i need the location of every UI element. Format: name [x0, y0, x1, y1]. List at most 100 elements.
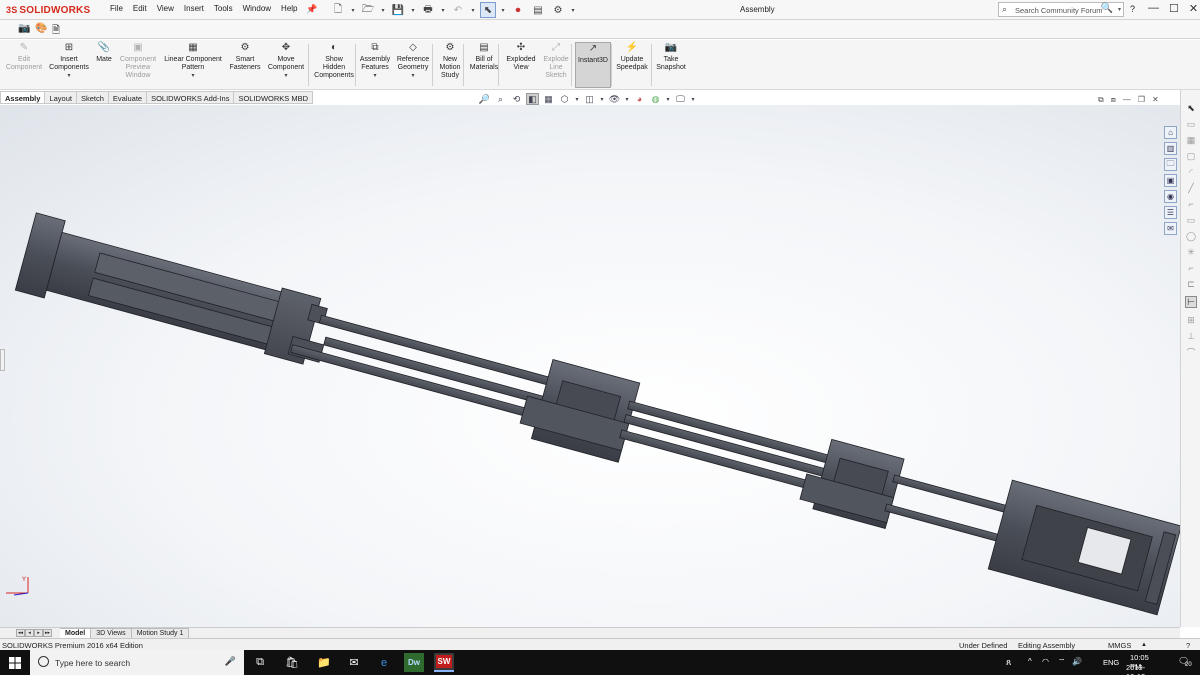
show-hidden-icons-icon[interactable]: ^ [1028, 657, 1032, 666]
chevron-down-icon[interactable]: ▾ [624, 93, 630, 105]
view-settings-icon[interactable]: 🖵 [674, 93, 687, 105]
select-icon[interactable]: ⬉ [1185, 102, 1197, 114]
edge-browser-icon[interactable]: e [374, 653, 394, 672]
linear-pattern-button[interactable]: ▦ Linear Component Pattern ▾ [160, 42, 226, 88]
assembly-model[interactable] [0, 105, 1180, 627]
select-arrow-icon[interactable]: ⬉ [480, 2, 496, 18]
save-icon[interactable]: 💾 [390, 2, 406, 18]
menu-insert[interactable]: Insert [184, 4, 204, 13]
language-indicator[interactable]: ENG [1103, 658, 1119, 667]
solidworks-resources-icon[interactable]: ⌂ [1164, 126, 1177, 139]
chevron-down-icon[interactable]: ▾ [411, 72, 414, 80]
tab-layout[interactable]: Layout [45, 91, 77, 104]
sketch-trim-icon[interactable]: ⌐ [1185, 262, 1197, 274]
tab-addins[interactable]: SOLIDWORKS Add-Ins [147, 91, 235, 104]
chevron-down-icon[interactable]: ▾ [599, 93, 605, 105]
zoom-to-area-icon[interactable]: ⌕ [494, 93, 507, 105]
chevron-down-icon[interactable]: ▾ [440, 2, 446, 18]
first-tab-icon[interactable]: ◂◂ [16, 629, 25, 637]
show-hidden-button[interactable]: ◐ Show Hidden Components [312, 42, 356, 88]
sketch-grid-icon[interactable]: ▦ [1185, 134, 1197, 146]
menu-tools[interactable]: Tools [214, 4, 233, 13]
viewport-expand-icon[interactable]: ⧉ [1098, 95, 1104, 105]
units-dropdown-icon[interactable]: ▲ [1141, 642, 1147, 648]
task-view-icon[interactable]: ⧉ [250, 653, 270, 672]
feature-tree-flyout-handle[interactable] [0, 349, 5, 371]
options-gear-icon[interactable]: ⚙ [550, 2, 566, 18]
microphone-icon[interactable]: 🎤 [225, 656, 236, 667]
reference-geometry-button[interactable]: ◇ Reference Geometry ▾ [394, 42, 432, 88]
store-icon[interactable]: 🛍 [282, 653, 302, 672]
chevron-down-icon[interactable]: ▾ [350, 2, 356, 18]
chevron-down-icon[interactable]: ▾ [500, 2, 506, 18]
viewport-restore-icon[interactable]: ❐ [1138, 95, 1145, 105]
document-icon[interactable]: 🗎 [52, 23, 60, 40]
next-tab-icon[interactable]: ▸ [34, 629, 43, 637]
sketch-line-icon[interactable]: ╱ [1185, 182, 1197, 194]
smart-dimension-icon[interactable]: ⊢ [1185, 296, 1197, 308]
menu-view[interactable]: View [157, 4, 174, 13]
rod-2a[interactable] [627, 400, 833, 465]
tab-motion-study-1[interactable]: Motion Study 1 [131, 628, 190, 638]
apply-scene-icon[interactable]: ◍ [649, 93, 662, 105]
pin-icon[interactable]: 📌 [306, 4, 317, 15]
chevron-down-icon[interactable]: ▾ [373, 72, 376, 80]
rod-3a[interactable] [892, 474, 1011, 514]
previous-view-icon[interactable]: ⟲ [510, 93, 523, 105]
appearances-icon[interactable]: ◉ [1164, 190, 1177, 203]
last-tab-icon[interactable]: ▸▸ [43, 629, 52, 637]
tab-mbd[interactable]: SOLIDWORKS MBD [234, 91, 314, 104]
rod-3b[interactable] [884, 503, 1003, 543]
search-go-icon[interactable]: 🔍 [1101, 3, 1113, 14]
move-component-button[interactable]: ✥ Move Component ▾ [264, 42, 308, 88]
assembly-features-button[interactable]: ⧉ Assembly Features ▾ [358, 42, 392, 88]
menu-file[interactable]: File [110, 4, 123, 13]
chevron-down-icon[interactable]: ▾ [410, 2, 416, 18]
custom-properties-icon[interactable]: ☰ [1164, 206, 1177, 219]
prev-tab-icon[interactable]: ◂ [25, 629, 34, 637]
sketch-frame-icon[interactable]: ▢ [1185, 150, 1197, 162]
bom-button[interactable]: ▤ Bill of Materials [467, 42, 501, 88]
section-view-icon[interactable]: ◧ [526, 93, 539, 105]
sketch-box-icon[interactable]: ▭ [1185, 214, 1197, 226]
instant3d-button[interactable]: ↗ Instant3D [575, 42, 611, 88]
chevron-down-icon[interactable]: ▾ [380, 2, 386, 18]
sketch-relations-icon[interactable]: ⊥ [1185, 330, 1197, 342]
menu-help[interactable]: Help [281, 4, 297, 13]
chevron-down-icon[interactable]: ▾ [191, 72, 194, 80]
forum-icon[interactable]: ✉ [1164, 222, 1177, 235]
open-folder-icon[interactable]: 🗁 [360, 2, 376, 18]
sketch-arc-icon[interactable]: ◜ [1185, 166, 1197, 178]
viewport-minimize-icon[interactable]: — [1123, 95, 1131, 105]
tab-3d-views[interactable]: 3D Views [91, 628, 132, 638]
new-document-icon[interactable]: 🗋 [330, 2, 346, 18]
edit-component-button[interactable]: ✎ Edit Component [4, 42, 44, 88]
file-explorer-icon[interactable]: 🗀 [1164, 158, 1177, 171]
smart-fasteners-button[interactable]: ⚙ Smart Fasteners [228, 42, 262, 88]
file-properties-icon[interactable]: ▤ [530, 2, 546, 18]
tab-sketch[interactable]: Sketch [76, 91, 109, 104]
snapshot-button[interactable]: 📷 Take Snapshot [653, 42, 689, 88]
help-button[interactable]: ? [1130, 4, 1135, 14]
viewport-collapse-icon[interactable]: ⧈ [1111, 95, 1116, 105]
undo-icon[interactable]: ↶ [450, 2, 466, 18]
rebuild-icon[interactable]: ⏺ [510, 2, 526, 18]
sketch-circle-icon[interactable]: ◯ [1185, 230, 1197, 242]
dynamic-annotation-icon[interactable]: ▦ [542, 93, 555, 105]
tab-assembly[interactable]: Assembly [0, 91, 46, 104]
network-icon[interactable]: ◠ [1042, 657, 1049, 666]
solidworks-taskbar-icon[interactable]: SW [434, 653, 454, 672]
motion-study-button[interactable]: ⚙ New Motion Study [436, 42, 464, 88]
dreamweaver-icon[interactable]: Dw [404, 653, 424, 672]
chevron-down-icon[interactable]: ▾ [284, 72, 287, 80]
chevron-down-icon[interactable]: ▾ [67, 72, 70, 80]
file-explorer-icon[interactable]: 📁 [314, 653, 334, 672]
camera-icon[interactable]: 📷 [18, 23, 30, 34]
tab-evaluate[interactable]: Evaluate [108, 91, 148, 104]
mate-button[interactable]: 📎 Mate [92, 42, 116, 88]
chevron-down-icon[interactable]: ▾ [690, 93, 696, 105]
people-icon[interactable]: ጸ [1006, 657, 1011, 668]
hide-show-items-icon[interactable]: 👁 [608, 93, 621, 105]
mail-icon[interactable]: ✉ [344, 653, 364, 672]
view-palette-icon[interactable]: ▣ [1164, 174, 1177, 187]
